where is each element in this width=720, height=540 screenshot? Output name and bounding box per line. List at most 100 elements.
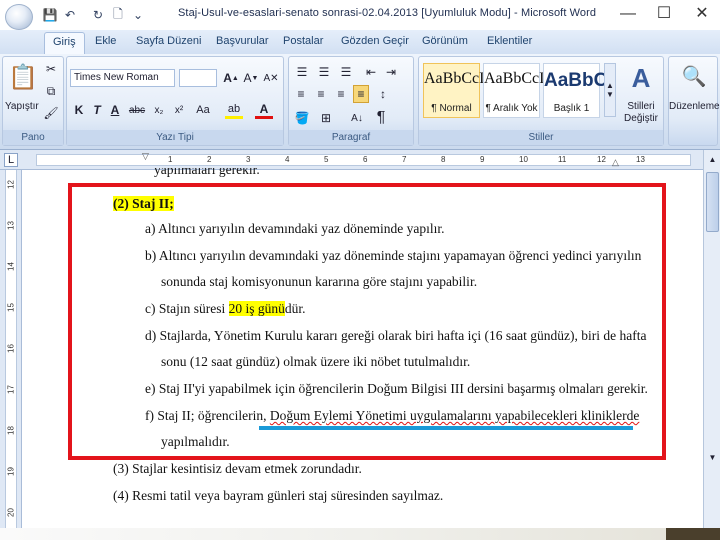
ruler-number: 13 [636,155,645,164]
clipboard-group: 📋 Yapıştır ✂ ⧉ 🖌 Pano [2,56,64,146]
highlight-icon[interactable]: ab [225,101,243,119]
save-icon[interactable]: 💾 [42,6,58,24]
change-styles-icon[interactable]: A [621,63,661,93]
align-right-icon[interactable]: ≡ [333,85,349,103]
numbering-icon[interactable]: ☰ [315,63,333,81]
tab-home[interactable]: Giriş [44,32,85,54]
styles-group-label: Stiller [419,130,663,145]
ruler-number: 10 [519,155,528,164]
vertical-ruler-number: 12 [6,180,16,189]
horizontal-ruler[interactable]: L ▽ △ 1 2 3 4 5 6 7 8 9 10 11 12 13 [0,150,720,170]
style-heading-1[interactable]: AaBbC Başlık 1 [543,63,608,118]
scroll-down-icon[interactable]: ▼ [706,450,719,464]
vertical-ruler-number: 20 [6,508,16,517]
clear-formatting-icon[interactable]: A✕ [263,69,279,87]
line-spacing-icon[interactable]: ↕ [375,85,391,103]
decrease-indent-icon[interactable]: ⇤ [363,63,379,81]
font-size-select[interactable] [179,69,217,87]
find-icon[interactable]: 🔍 [681,63,707,89]
style-sample: AaBbCcI [484,70,545,87]
styles-scroll[interactable]: ▲ ▼ [604,63,616,117]
customize-quick-access-icon[interactable]: ⌄ [132,6,144,24]
style-normal[interactable]: AaBbCcI ¶ Normal [423,63,485,118]
paragraph-3: (3) Stajlar kesintisiz devam etmek zorun… [113,461,362,476]
show-formatting-icon[interactable]: ¶ [373,109,389,127]
ruler-number: 2 [207,155,212,164]
tab-addins[interactable]: Eklentiler [487,35,532,47]
style-sample: AaBbCcI [424,70,485,87]
red-highlight-box [68,183,666,460]
format-painter-icon[interactable]: 🖌 [43,105,59,121]
minimize-button[interactable]: — [618,4,638,24]
cut-icon[interactable]: ✂ [43,61,59,77]
document-line: yapılmaları gerekir. [154,168,260,177]
tab-stop-selector[interactable]: L [4,153,18,167]
vertical-ruler-number: 13 [6,221,16,230]
ruler-number: 4 [285,155,290,164]
align-left-icon[interactable]: ≡ [293,85,309,103]
copy-icon[interactable]: ⧉ [43,83,59,99]
redo-icon[interactable]: ↻ [90,6,106,24]
subscript-icon[interactable]: x₂ [151,101,167,119]
style-sample: AaBbC [544,70,608,91]
ruler-number: 3 [246,155,251,164]
tab-view[interactable]: Görünüm [422,35,468,47]
bullets-icon[interactable]: ☰ [293,63,311,81]
vertical-ruler-number: 16 [6,344,16,353]
office-button[interactable] [5,4,33,30]
superscript-icon[interactable]: x² [171,101,187,119]
paragraph-4: (4) Resmi tatil veya bayram günleri staj… [113,488,444,503]
tab-review[interactable]: Gözden Geçir [341,35,409,47]
clipboard-group-label: Pano [3,130,63,145]
italic-button[interactable]: T [89,101,105,119]
tab-references[interactable]: Başvurular [216,35,269,47]
vertical-ruler-number: 17 [6,385,16,394]
window-title: Staj-Usul-ve-esaslari-senato sonrasi-02.… [178,7,597,19]
ribbon-tabs: Giriş Ekle Sayfa Düzeni Başvurular Posta… [0,30,720,54]
print-preview-icon[interactable]: 🗋 [110,6,126,24]
borders-icon[interactable]: ⊞ [317,109,335,127]
ruler-number: 11 [558,155,567,164]
font-group-label: Yazı Tipi [67,130,283,145]
font-group: Times New Roman A ▲ A ▼ A✕ K T A abc x₂ x²… [66,56,284,146]
scroll-thumb[interactable] [706,172,719,232]
increase-indent-icon[interactable]: ⇥ [383,63,399,81]
blue-underline-marker [259,426,633,430]
paste-label[interactable]: Yapıştır [5,101,39,112]
bold-button[interactable]: K [71,101,87,119]
paragraph-group-label: Paragraf [289,130,413,145]
editing-group: 🔍 Düzenleme [668,56,720,146]
font-name-select[interactable]: Times New Roman [70,69,175,87]
undo-icon[interactable]: ↶ [62,6,78,24]
scroll-up-icon[interactable]: ▲ [706,152,719,166]
sort-icon[interactable]: A↓ [349,109,365,127]
tab-mailings[interactable]: Postalar [283,35,323,47]
multilevel-list-icon[interactable]: ☰ [337,63,355,81]
ruler-number: 1 [168,155,173,164]
font-color-icon[interactable]: A [255,101,273,119]
ruler-number: 5 [324,155,329,164]
ruler-number: 7 [402,155,407,164]
style-name: Başlık 1 [553,103,590,114]
paste-icon[interactable]: 📋 [8,61,38,93]
vertical-scrollbar[interactable]: ▲ ▼ [703,150,720,540]
shading-icon[interactable]: 🪣 [293,109,311,127]
first-line-indent-marker[interactable]: ▽ [142,151,149,162]
tab-page-layout[interactable]: Sayfa Düzeni [136,35,201,47]
vertical-ruler: 12 13 14 15 16 17 18 19 20 [0,170,22,540]
justify-icon[interactable]: ≡ [353,85,369,103]
right-indent-marker[interactable]: △ [612,157,619,168]
align-center-icon[interactable]: ≡ [313,85,329,103]
style-no-spacing[interactable]: AaBbCcI ¶ Aralık Yok [483,63,545,118]
ruler-number: 9 [480,155,485,164]
editing-label[interactable]: Düzenleme [669,101,720,112]
tab-insert[interactable]: Ekle [95,35,116,47]
shrink-font-icon[interactable]: A ▼ [243,69,259,87]
change-case-icon[interactable]: Aa [195,101,211,119]
change-styles-label[interactable]: Stilleri Değiştir [619,101,663,125]
strikethrough-icon[interactable]: abc [129,101,145,119]
underline-button[interactable]: A [107,101,123,119]
close-button[interactable]: ✕ [692,4,712,24]
grow-font-icon[interactable]: A ▲ [223,69,239,87]
maximize-button[interactable]: ☐ [654,4,674,24]
